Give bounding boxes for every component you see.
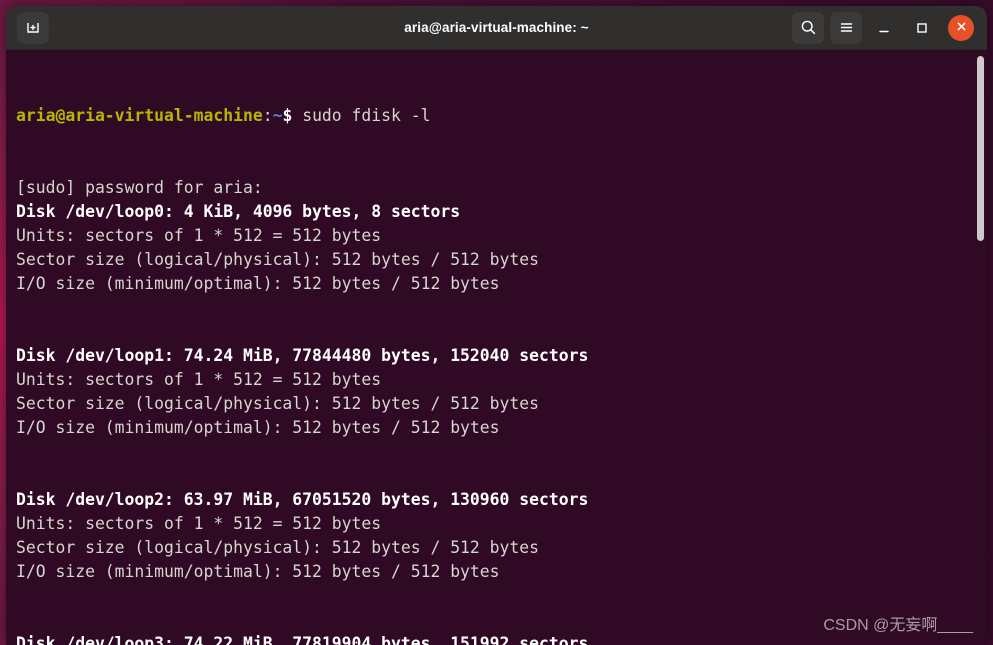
terminal-line: [sudo] password for aria: xyxy=(16,178,263,197)
terminal-line: I/O size (minimum/optimal): 512 bytes / … xyxy=(16,562,500,581)
maximize-icon xyxy=(914,20,930,36)
minimize-button[interactable] xyxy=(868,12,900,44)
terminal-line: Units: sectors of 1 * 512 = 512 bytes xyxy=(16,226,382,245)
search-icon xyxy=(800,19,817,36)
hamburger-menu-icon xyxy=(838,19,855,36)
new-tab-icon xyxy=(25,20,41,36)
prompt-command: sudo fdisk -l xyxy=(292,106,431,125)
terminal-line: Sector size (logical/physical): 512 byte… xyxy=(16,250,540,269)
prompt-colon: : xyxy=(262,106,273,125)
terminal-line: I/O size (minimum/optimal): 512 bytes / … xyxy=(16,274,500,293)
maximize-button[interactable] xyxy=(906,12,938,44)
terminal-line: Disk /dev/loop0: 4 KiB, 4096 bytes, 8 se… xyxy=(16,202,461,221)
terminal-window: aria@aria-virtual-machine: ~ aria@aria-v… xyxy=(6,6,987,645)
new-tab-button[interactable] xyxy=(17,11,49,44)
terminal-line: Disk /dev/loop1: 74.24 MiB, 77844480 byt… xyxy=(16,346,589,365)
terminal-scrollbar[interactable] xyxy=(973,50,987,645)
terminal-line: Sector size (logical/physical): 512 byte… xyxy=(16,394,540,413)
prompt-user-host: aria@aria-virtual-machine xyxy=(16,106,263,125)
prompt-path: ~ xyxy=(272,106,283,125)
terminal-line: Disk /dev/loop2: 63.97 MiB, 67051520 byt… xyxy=(16,490,589,509)
terminal-line: I/O size (minimum/optimal): 512 bytes / … xyxy=(16,418,500,437)
scrollbar-thumb[interactable] xyxy=(977,56,984,241)
prompt-sigil: $ xyxy=(282,106,293,125)
close-button[interactable] xyxy=(948,14,974,41)
terminal-line: Units: sectors of 1 * 512 = 512 bytes xyxy=(16,514,382,533)
terminal-body[interactable]: aria@aria-virtual-machine:~$ sudo fdisk … xyxy=(6,50,987,645)
minimize-icon xyxy=(876,20,892,36)
menu-button[interactable] xyxy=(830,11,862,44)
terminal-output[interactable]: aria@aria-virtual-machine:~$ sudo fdisk … xyxy=(6,50,987,645)
prompt-line: aria@aria-virtual-machine:~$ sudo fdisk … xyxy=(16,104,987,128)
window-titlebar[interactable]: aria@aria-virtual-machine: ~ xyxy=(6,6,987,50)
terminal-output-lines: [sudo] password for aria: Disk /dev/loop0… xyxy=(16,176,987,645)
terminal-line: Disk /dev/loop3: 74.22 MiB, 77819904 byt… xyxy=(16,634,589,645)
terminal-line: Sector size (logical/physical): 512 byte… xyxy=(16,538,540,557)
close-icon xyxy=(955,18,968,37)
search-button[interactable] xyxy=(792,11,824,44)
terminal-line: Units: sectors of 1 * 512 = 512 bytes xyxy=(16,370,382,389)
